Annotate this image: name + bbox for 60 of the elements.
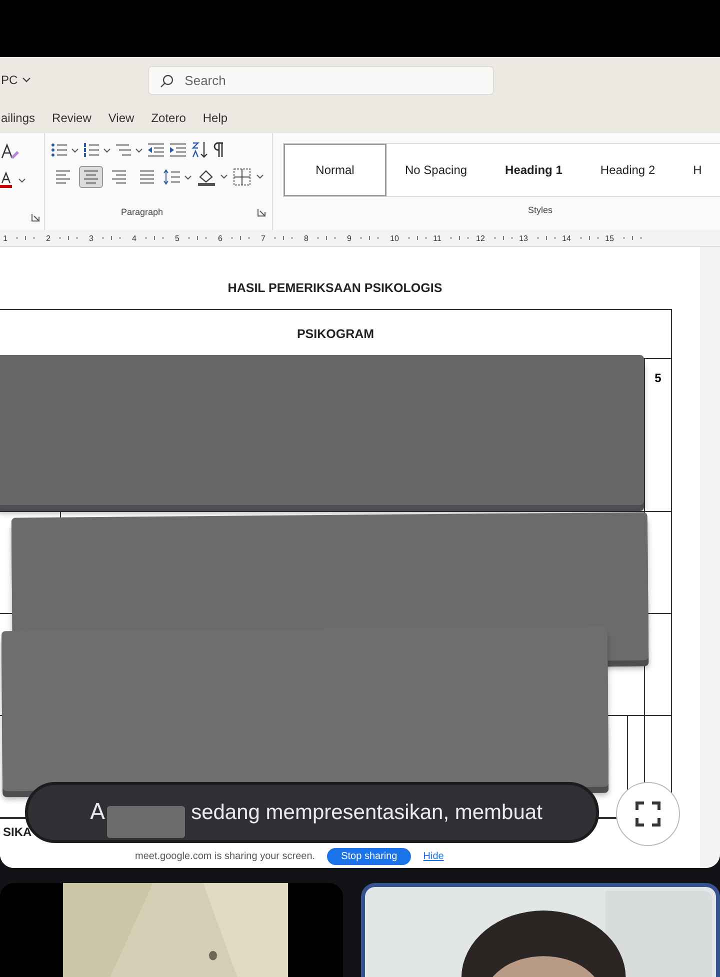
- presenter-name: A: [90, 800, 106, 825]
- sort-icon[interactable]: [191, 141, 209, 159]
- account-menu[interactable]: PC: [1, 73, 18, 87]
- ruler-number: 5: [175, 234, 180, 242]
- align-lines-icon: [55, 170, 71, 184]
- group-label: Styles: [528, 205, 554, 215]
- align-lines-icon: [83, 170, 99, 184]
- sharing-message: meet.google.com is sharing your screen.: [135, 850, 316, 862]
- line-spacing-icon[interactable]: [163, 169, 193, 185]
- presenting-message: sedang mempresentasikan, membuat: [191, 800, 542, 824]
- style-option[interactable]: Normal: [284, 144, 386, 196]
- style-option[interactable]: Heading 1: [486, 144, 582, 196]
- text-effects-icon[interactable]: [0, 143, 20, 161]
- participant-tile[interactable]: [0, 883, 343, 977]
- ruler-number: 1: [3, 234, 8, 242]
- style-option[interactable]: Heading 2: [581, 144, 674, 196]
- table-cell-text: 5: [654, 371, 662, 387]
- decrease-indent-icon[interactable]: [147, 142, 165, 158]
- hide-link[interactable]: Hide: [423, 850, 444, 862]
- ruler-number: 8: [304, 234, 308, 242]
- ruler-number: 2: [46, 234, 50, 242]
- increase-indent-icon[interactable]: [169, 142, 187, 158]
- menu-tab[interactable]: Help: [202, 110, 228, 124]
- align-lines-icon: [111, 170, 127, 184]
- ruler-number: 4: [132, 234, 136, 242]
- ruler-number: 15: [605, 234, 614, 242]
- document-heading: HASIL PEMERIKSAAN PSIKOLOGIS: [226, 281, 444, 295]
- menu-tab[interactable]: ailings: [1, 110, 36, 124]
- dialog-launcher-icon[interactable]: [257, 208, 266, 216]
- table-title: PSIKOGRAM: [296, 327, 374, 341]
- style-option[interactable]: H: [674, 144, 720, 196]
- align-lines-icon: [139, 170, 155, 184]
- ruler-number: 3: [89, 234, 94, 242]
- font-color-icon[interactable]: [0, 171, 26, 189]
- menu-tab[interactable]: Zotero: [151, 110, 186, 124]
- group-label: Paragraph: [121, 207, 164, 217]
- multilevel-list-icon[interactable]: [115, 142, 143, 158]
- ruler-number: 10: [390, 234, 399, 242]
- bullet-list-icon[interactable]: [51, 142, 79, 158]
- borders-icon[interactable]: [233, 168, 265, 186]
- search-field[interactable]: Search: [148, 66, 494, 94]
- ruler-number: 9: [347, 234, 352, 242]
- menu-tab[interactable]: Review: [52, 110, 92, 124]
- menu-tab[interactable]: View: [108, 110, 134, 124]
- ruler-number: 7: [261, 234, 266, 242]
- numbered-list-icon[interactable]: [83, 142, 111, 158]
- section-label: SIKA: [2, 825, 33, 839]
- style-option[interactable]: No Spacing: [386, 144, 486, 196]
- ruler-number: 11: [433, 234, 442, 242]
- chevron-down-icon[interactable]: [22, 77, 31, 83]
- fullscreen-icon: [635, 801, 661, 827]
- pilcrow-icon[interactable]: [213, 142, 225, 158]
- align-center-button[interactable]: [79, 166, 103, 188]
- dialog-launcher-icon[interactable]: [31, 213, 40, 222]
- ruler-number: 13: [519, 234, 528, 242]
- ruler-number: 6: [218, 234, 222, 242]
- stop-sharing-button[interactable]: Stop sharing: [327, 848, 412, 864]
- ruler-number: 12: [476, 234, 485, 242]
- shading-icon[interactable]: [197, 168, 229, 186]
- ruler-number: 14: [562, 234, 571, 242]
